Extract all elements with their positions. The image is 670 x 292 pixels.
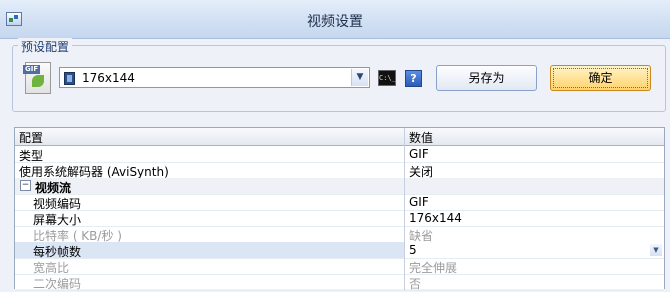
collapse-icon[interactable]: − xyxy=(20,180,31,191)
property-row[interactable]: 使用系统解码器 (AviSynth) 关闭 xyxy=(15,162,664,179)
film-icon xyxy=(64,72,75,85)
save-as-button[interactable]: 另存为 xyxy=(436,65,537,91)
category-row-video-stream[interactable]: − 视频流 xyxy=(15,178,664,195)
property-row[interactable]: 视频编码 GIF xyxy=(15,194,664,211)
preset-dropdown-value: 176x144 xyxy=(82,71,135,85)
chevron-down-icon[interactable]: ▼ xyxy=(351,69,368,86)
ok-button[interactable]: 确定 xyxy=(550,65,651,91)
property-grid: 配置 数值 类型 GIF 使用系统解码器 (AviSynth) 关闭 − 视频流… xyxy=(14,127,665,291)
property-row-selected[interactable]: 每秒帧数 5 ▼ xyxy=(15,242,664,259)
window-title: 视频设置 xyxy=(307,14,363,30)
dropdown-arrow-icon[interactable]: ▼ xyxy=(650,244,662,256)
title-bar: 视频设置 xyxy=(0,0,670,39)
property-value-editor[interactable]: 5 xyxy=(409,243,417,257)
property-row[interactable]: 类型 GIF xyxy=(15,146,664,163)
property-key: 二次编码 xyxy=(33,277,82,291)
grid-header: 配置 数值 xyxy=(15,128,664,146)
property-row[interactable]: 屏幕大小 176x144 xyxy=(15,210,664,227)
property-value: GIF xyxy=(409,147,429,161)
property-row: 宽高比 完全伸展 xyxy=(15,258,664,275)
column-divider[interactable] xyxy=(404,128,405,290)
help-icon[interactable]: ? xyxy=(405,70,422,87)
property-value: GIF xyxy=(409,195,429,209)
preset-dropdown[interactable]: 176x144 ▼ xyxy=(59,67,370,88)
property-value: 176x144 xyxy=(409,211,462,225)
header-key: 配置 xyxy=(19,131,44,145)
header-value: 数值 xyxy=(409,131,434,145)
command-prompt-icon[interactable]: C:\_ xyxy=(378,70,396,86)
gif-format-icon: GIF xyxy=(23,62,51,94)
property-value: 否 xyxy=(409,277,422,291)
property-row: 二次编码 否 xyxy=(15,274,664,291)
preset-group-label: 预设配置 xyxy=(18,38,73,55)
property-row: 比特率 ( KB/秒 ) 缺省 xyxy=(15,226,664,243)
